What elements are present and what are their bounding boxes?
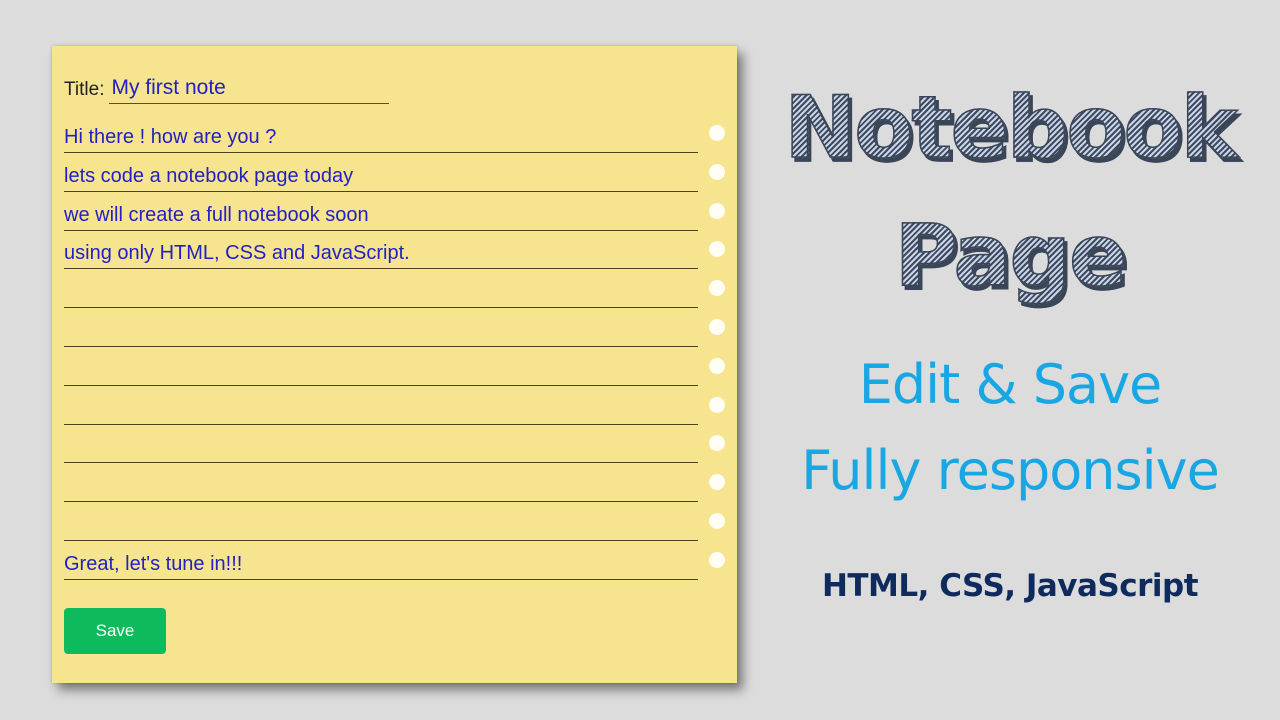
- note-line: [64, 502, 698, 541]
- note-line-input[interactable]: [64, 471, 698, 502]
- note-line-input[interactable]: [64, 160, 698, 191]
- note-line: [64, 541, 698, 580]
- note-line-input[interactable]: [64, 238, 698, 269]
- title-row: Title:: [64, 74, 390, 104]
- title-label: Title:: [64, 79, 105, 100]
- binder-hole-icon: [709, 125, 725, 141]
- notebook-page: Title: Save: [52, 46, 737, 683]
- note-line-input[interactable]: [64, 548, 698, 579]
- note-line-input[interactable]: [64, 510, 698, 540]
- headline-page: Page: [760, 205, 1260, 307]
- tech-stack: HTML, CSS, JavaScript: [821, 568, 1199, 604]
- feature-responsive: Fully responsive: [801, 439, 1220, 502]
- note-line: [64, 347, 698, 386]
- title-input[interactable]: [109, 75, 390, 104]
- binder-hole-icon: [709, 474, 725, 491]
- save-button[interactable]: Save: [64, 608, 166, 654]
- binder-hole-icon: [709, 513, 725, 529]
- note-line-input[interactable]: [64, 393, 698, 424]
- note-line-input[interactable]: [64, 432, 698, 463]
- note-line: [64, 230, 698, 270]
- note-line: [64, 308, 698, 347]
- note-line: [64, 192, 698, 231]
- note-line: [64, 114, 698, 153]
- binder-hole-icon: [709, 396, 725, 413]
- binder-hole-icon: [709, 202, 725, 219]
- binder-hole-icon: [709, 319, 725, 335]
- note-line: [64, 463, 698, 503]
- note-line-input[interactable]: [64, 354, 698, 385]
- feature-edit-save: Edit & Save: [858, 353, 1163, 416]
- note-line-input[interactable]: [64, 122, 698, 152]
- note-line-input[interactable]: [64, 199, 698, 230]
- note-line: [64, 153, 698, 192]
- binder-hole-icon: [709, 241, 725, 258]
- note-line-input[interactable]: [64, 277, 698, 308]
- headline-notebook: Notebook: [760, 77, 1260, 179]
- binder-hole-icon: [709, 551, 725, 568]
- binder-hole-icon: [709, 357, 725, 374]
- binder-hole-icon: [709, 280, 725, 297]
- binder-hole-icon: [709, 435, 725, 452]
- binder-hole-icon: [709, 163, 725, 180]
- note-line: [64, 424, 698, 464]
- note-line-input[interactable]: [64, 316, 698, 346]
- note-line: [64, 269, 698, 309]
- note-line: [64, 386, 698, 425]
